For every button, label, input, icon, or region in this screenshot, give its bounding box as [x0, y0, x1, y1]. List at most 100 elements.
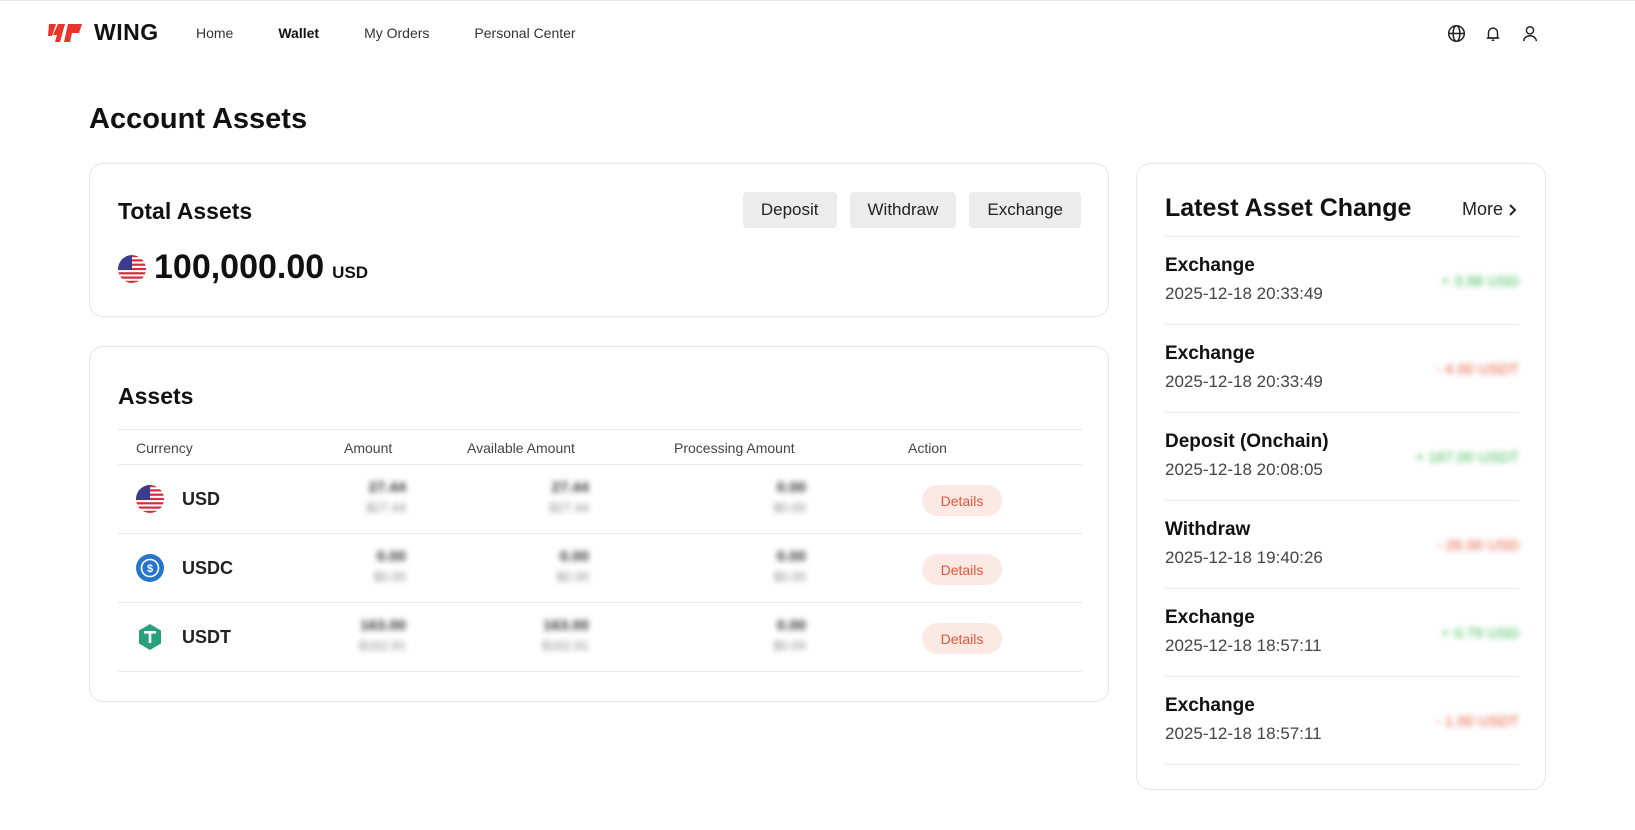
- available-value: 163.00: [543, 617, 589, 634]
- processing-cell: 0.00 $0.00: [773, 479, 806, 515]
- usdt-icon: [136, 623, 164, 651]
- page-title: Account Assets: [89, 103, 308, 135]
- us-flag-icon: [136, 485, 164, 513]
- change-amount: + 167.00 USDT: [1415, 449, 1519, 466]
- currency-cell: USDT: [136, 623, 231, 651]
- change-amount: - 1.00 USDT: [1435, 713, 1519, 730]
- details-button[interactable]: Details: [922, 623, 1002, 654]
- wing-logo-icon: [48, 23, 82, 42]
- total-assets-title: Total Assets: [118, 198, 253, 224]
- change-type: Exchange: [1165, 607, 1255, 628]
- processing-cell: 0.00 $0.00: [773, 617, 806, 653]
- nav-personal-center[interactable]: Personal Center: [474, 23, 575, 43]
- amount-cell: 0.00 $0.00: [373, 548, 406, 584]
- assets-table: Currency Amount Available Amount Process…: [118, 429, 1082, 672]
- amount-usd: $0.00: [373, 569, 406, 584]
- processing-usd: $0.00: [773, 500, 806, 515]
- col-amount: Amount: [344, 440, 393, 456]
- total-assets-amount: 100,000.00 USD: [118, 248, 368, 287]
- change-amount: + 0.79 USD: [1441, 625, 1519, 642]
- col-action: Action: [908, 440, 947, 456]
- available-usd: $162.91: [542, 638, 589, 653]
- available-cell: 0.00 $0.00: [556, 548, 589, 584]
- nav-wallet[interactable]: Wallet: [278, 23, 319, 43]
- available-cell: 163.00 $162.91: [542, 617, 589, 653]
- available-value: 0.00: [559, 548, 589, 565]
- total-assets-card: Total Assets 100,000.00 USD Deposit With…: [89, 163, 1109, 317]
- assets-title: Assets: [118, 383, 194, 409]
- latest-asset-change-card: Latest Asset Change More Exchange 2025-1…: [1136, 163, 1546, 790]
- currency-cell: $ USDC: [136, 554, 233, 582]
- table-row: USD 27.44 $27.44 27.44 $27.44 0.00 $0.00…: [118, 465, 1082, 534]
- currency-cell: USD: [136, 485, 220, 513]
- amount-value: 27.44: [368, 479, 406, 496]
- exchange-button[interactable]: Exchange: [969, 192, 1081, 228]
- change-time: 2025-12-18 20:08:05: [1165, 460, 1323, 479]
- total-assets-unit: USD: [332, 263, 369, 282]
- amount-value: 0.00: [376, 548, 406, 565]
- currency-name: USD: [182, 488, 221, 509]
- brand-name: WING: [94, 19, 159, 45]
- processing-cell: 0.00 $0.00: [773, 548, 806, 584]
- change-type: Exchange: [1165, 255, 1255, 276]
- available-usd: $0.00: [556, 569, 589, 584]
- col-processing-amount: Processing Amount: [674, 440, 795, 456]
- list-item[interactable]: Withdraw 2025-12-18 19:40:26 - 26.00 USD: [1165, 501, 1519, 589]
- change-type: Exchange: [1165, 343, 1255, 364]
- usdc-icon: $: [136, 554, 164, 582]
- chevron-right-icon: [1509, 203, 1517, 216]
- change-amount: + 3.98 USD: [1441, 273, 1519, 290]
- processing-value: 0.00: [776, 479, 806, 496]
- processing-usd: $0.00: [773, 638, 806, 653]
- change-time: 2025-12-18 19:40:26: [1165, 548, 1323, 567]
- user-icon[interactable]: [1520, 23, 1540, 43]
- change-type: Deposit (Onchain): [1165, 431, 1329, 452]
- more-label: More: [1461, 199, 1503, 219]
- amount-usd: $27.44: [366, 500, 406, 515]
- table-header: Currency Amount Available Amount Process…: [118, 429, 1082, 465]
- table-row: $ USDC 0.00 $0.00 0.00 $0.00 0.00 $0.00 …: [118, 534, 1082, 603]
- currency-name: USDT: [182, 626, 231, 647]
- change-time: 2025-12-18 18:57:11: [1165, 636, 1322, 655]
- nav-icons: [1446, 23, 1540, 43]
- change-time: 2025-12-18 18:57:11: [1165, 724, 1322, 743]
- globe-icon[interactable]: [1446, 23, 1466, 43]
- list-item[interactable]: Exchange 2025-12-18 18:57:11 + 0.79 USD: [1165, 589, 1519, 677]
- asset-actions: Deposit Withdraw Exchange: [742, 192, 1081, 228]
- us-flag-icon: [118, 255, 146, 283]
- details-button[interactable]: Details: [922, 554, 1002, 585]
- details-button[interactable]: Details: [922, 485, 1002, 516]
- amount-cell: 163.00 $162.91: [359, 617, 406, 653]
- nav-home[interactable]: Home: [196, 23, 233, 43]
- processing-value: 0.00: [776, 548, 806, 565]
- list-item[interactable]: Exchange 2025-12-18 18:57:11 - 1.00 USDT: [1165, 677, 1519, 765]
- amount-usd: $162.91: [359, 638, 406, 653]
- deposit-button[interactable]: Deposit: [742, 192, 837, 228]
- change-amount: - 26.00 USD: [1436, 537, 1519, 554]
- currency-name: USDC: [182, 557, 234, 578]
- change-time: 2025-12-18 20:33:49: [1165, 284, 1323, 303]
- assets-card: Assets Currency Amount Available Amount …: [89, 346, 1109, 702]
- list-item[interactable]: Deposit (Onchain) 2025-12-18 20:08:05 + …: [1165, 413, 1519, 501]
- available-value: 27.44: [551, 479, 589, 496]
- bell-icon[interactable]: [1483, 23, 1503, 43]
- list-item[interactable]: Exchange 2025-12-18 20:33:49 + 3.98 USD: [1165, 237, 1519, 325]
- nav-my-orders[interactable]: My Orders: [364, 23, 429, 43]
- table-row: USDT 163.00 $162.91 163.00 $162.91 0.00 …: [118, 603, 1082, 672]
- change-type: Withdraw: [1165, 519, 1251, 540]
- col-available-amount: Available Amount: [467, 440, 575, 456]
- available-usd: $27.44: [549, 500, 589, 515]
- list-item[interactable]: Exchange 2025-12-18 20:33:49 - 4.00 USDT: [1165, 325, 1519, 413]
- processing-value: 0.00: [776, 617, 806, 634]
- latest-asset-change-title: Latest Asset Change: [1165, 194, 1412, 222]
- processing-usd: $0.00: [773, 569, 806, 584]
- available-cell: 27.44 $27.44: [549, 479, 589, 515]
- total-assets-value: 100,000.00: [154, 248, 325, 286]
- more-link[interactable]: More: [1462, 199, 1517, 220]
- brand-logo[interactable]: WING: [46, 19, 159, 46]
- main-nav: Home Wallet My Orders Personal Center: [196, 23, 621, 43]
- svg-text:$: $: [147, 563, 153, 575]
- change-type: Exchange: [1165, 695, 1255, 716]
- withdraw-button[interactable]: Withdraw: [849, 192, 957, 228]
- col-currency: Currency: [136, 440, 193, 456]
